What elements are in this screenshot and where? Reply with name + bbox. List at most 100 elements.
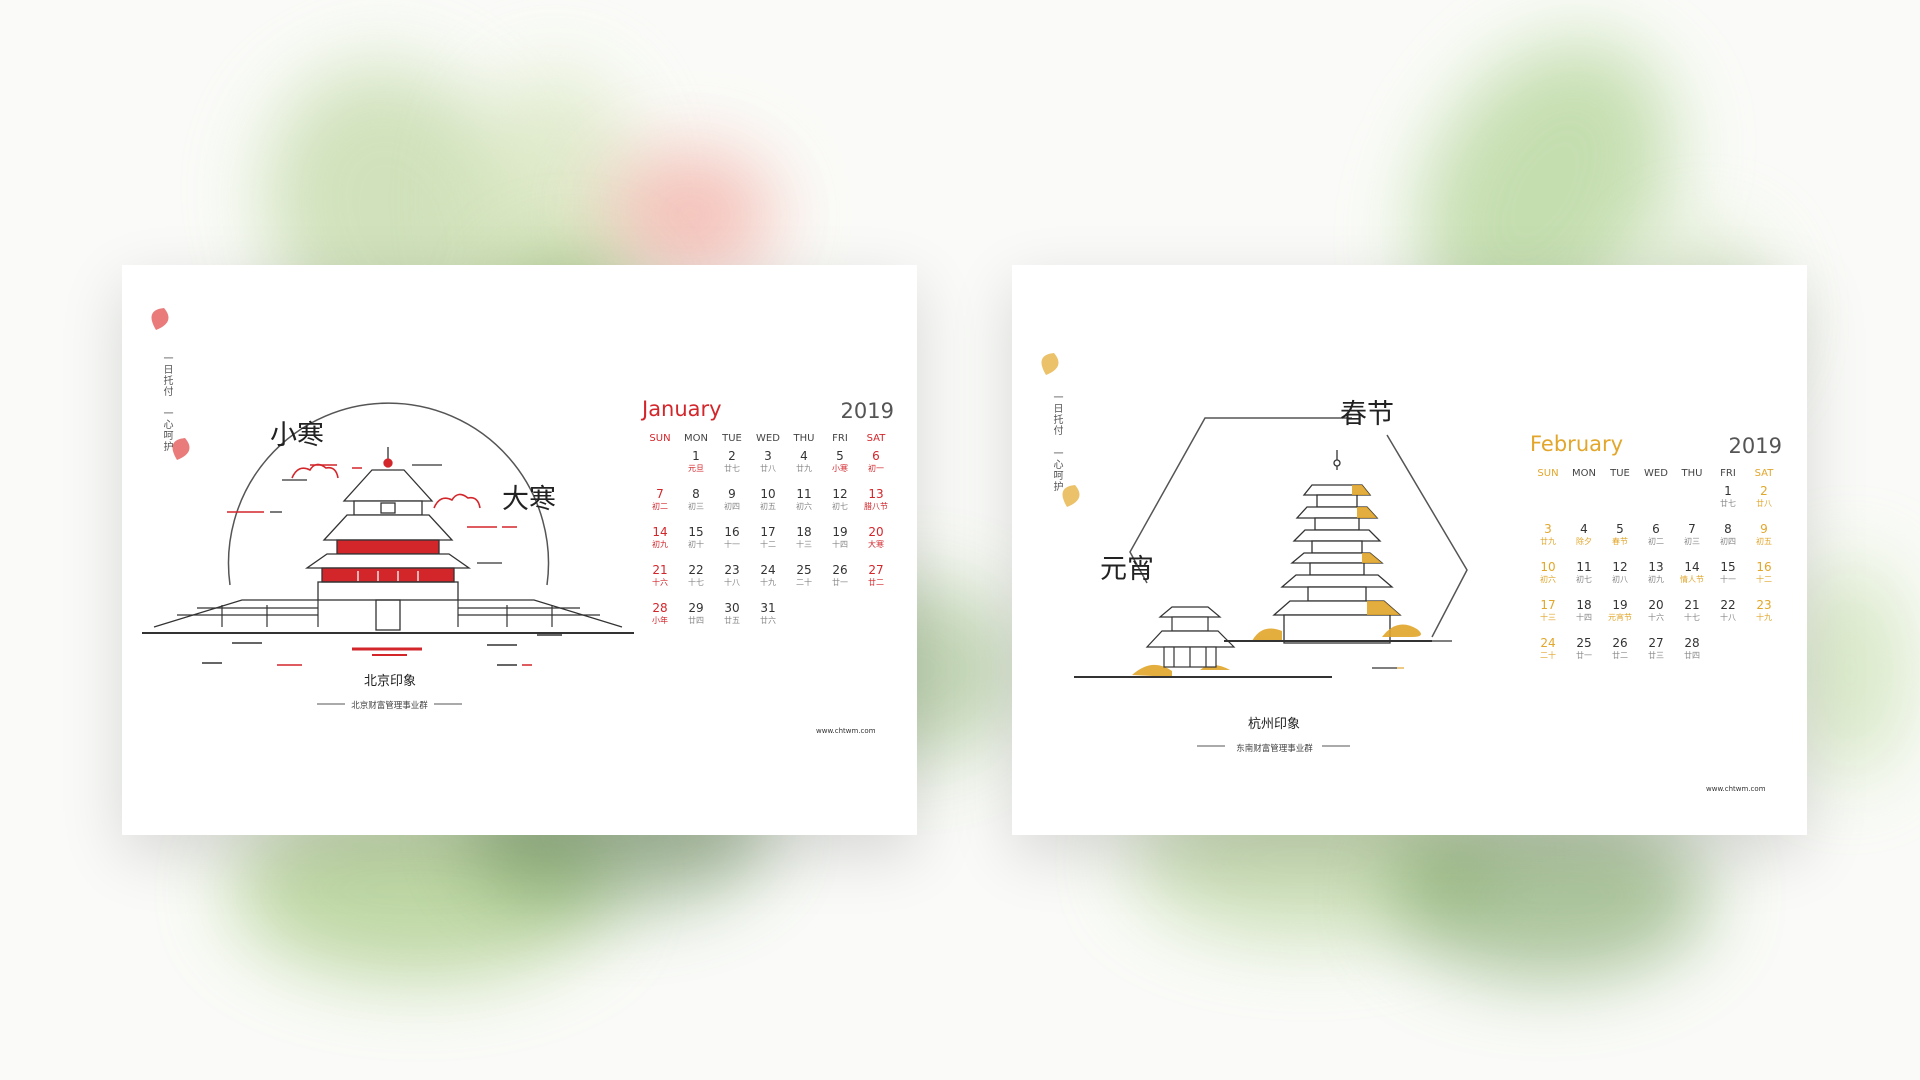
day-number: 24	[760, 563, 776, 577]
calendar-card-january: 一日托付 一心呵护 小寒 大寒 北京印象 北京财富管理事业群 January 2…	[122, 265, 917, 835]
weekday-label: THU	[1681, 468, 1703, 479]
empty-day-cell	[1674, 479, 1710, 517]
day-cell: 27 廿三	[1638, 631, 1674, 669]
lunar-date: 初五	[760, 502, 776, 511]
lunar-date: 情人节	[1680, 575, 1704, 584]
day-number: 28	[652, 601, 668, 615]
day-cell: 13 初九	[1638, 555, 1674, 593]
lunar-date: 初六	[1540, 575, 1556, 584]
day-number: 11	[1576, 560, 1592, 574]
lunar-date: 十六	[652, 578, 668, 587]
day-number: 20	[1648, 598, 1664, 612]
day-cell: 28 小年	[642, 596, 678, 634]
weekday-label: THU	[793, 433, 815, 444]
day-cell: 5 春节	[1602, 517, 1638, 555]
weekday-label: WED	[1644, 468, 1668, 479]
card-subtitle: 东南财富管理事业群	[1236, 744, 1313, 754]
day-number: 3	[764, 449, 772, 463]
day-cell: 11 初六	[786, 482, 822, 520]
tagline-vertical-2: 一心呵护	[1051, 448, 1062, 492]
empty-day-cell	[1566, 479, 1602, 517]
day-cell: 24 十九	[750, 558, 786, 596]
day-number: 1	[1724, 484, 1732, 498]
lunar-date: 初四	[724, 502, 740, 511]
week-row: 17 十三 18 十四 19 元宵节 20 十六 21 十七 22 十八 23 十九	[1530, 593, 1782, 631]
day-number: 12	[1612, 560, 1628, 574]
day-cell: 14 初九	[642, 520, 678, 558]
calendar-card-february: 一日托付 一心呵护 春节 元宵 杭州印象 东南财富管理事业群 February …	[1012, 265, 1807, 835]
empty-day-cell	[642, 444, 678, 482]
weekday-label: WED	[756, 433, 780, 444]
tagline-vertical-2: 一心呵护	[161, 408, 172, 452]
lunar-date: 廿八	[1756, 499, 1772, 508]
lunar-date: 初十	[688, 540, 704, 549]
website-url: www.chtwm.com	[1706, 785, 1766, 793]
month-name: January	[642, 397, 722, 421]
lunar-date: 春节	[1612, 537, 1628, 546]
day-number: 18	[796, 525, 812, 539]
lunar-date: 廿四	[1684, 651, 1700, 660]
lunar-date: 大寒	[868, 540, 884, 549]
weekday-label: FRI	[832, 433, 848, 444]
day-cell: 28 廿四	[1674, 631, 1710, 669]
lunar-date: 二十	[1540, 651, 1556, 660]
day-number: 8	[692, 487, 700, 501]
day-number: 19	[832, 525, 848, 539]
lunar-date: 初七	[832, 502, 848, 511]
day-cell: 19 元宵节	[1602, 593, 1638, 631]
empty-day-cell	[1602, 479, 1638, 517]
lunar-date: 腊八节	[864, 502, 888, 511]
lunar-date: 十七	[688, 578, 704, 587]
year: 2019	[840, 399, 894, 423]
lunar-date: 十九	[1756, 613, 1772, 622]
lunar-date: 十一	[1720, 575, 1736, 584]
day-number: 25	[1576, 636, 1592, 650]
lunar-date: 十七	[1684, 613, 1700, 622]
year: 2019	[1728, 434, 1782, 458]
day-number: 6	[1652, 522, 1660, 536]
tagline-vertical-1: 一日托付	[161, 353, 172, 397]
weekday-label: FRI	[1720, 468, 1736, 479]
day-cell: 2 廿八	[1746, 479, 1782, 517]
day-cell: 24 二十	[1530, 631, 1566, 669]
day-number: 22	[688, 563, 704, 577]
day-number: 9	[1760, 522, 1768, 536]
lunar-date: 廿六	[760, 616, 776, 625]
day-cell: 16 十二	[1746, 555, 1782, 593]
day-number: 5	[836, 449, 844, 463]
lunar-date: 初三	[1684, 537, 1700, 546]
lunar-date: 廿五	[724, 616, 740, 625]
day-cell: 2 廿七	[714, 444, 750, 482]
day-number: 17	[760, 525, 776, 539]
lunar-date: 廿三	[1648, 651, 1664, 660]
day-cell: 29 廿四	[678, 596, 714, 634]
day-cell: 15 初十	[678, 520, 714, 558]
empty-day-cell	[822, 596, 858, 634]
day-cell: 18 十四	[1566, 593, 1602, 631]
day-number: 13	[868, 487, 884, 501]
lunar-date: 十二	[1756, 575, 1772, 584]
day-cell: 1 元旦	[678, 444, 714, 482]
calendar-january: January 2019 SUN MON TUE WED THU FRI SAT 1 元旦 2 廿…	[642, 393, 894, 634]
day-number: 14	[1684, 560, 1700, 574]
day-cell: 25 廿一	[1566, 631, 1602, 669]
day-number: 15	[1720, 560, 1736, 574]
week-row: 28 小年 29 廿四 30 廿五 31 廿六	[642, 596, 894, 634]
lunar-date: 十四	[1576, 613, 1592, 622]
weekday-header: SUN MON TUE WED THU FRI SAT	[642, 433, 894, 444]
day-cell: 4 廿九	[786, 444, 822, 482]
day-number: 23	[1756, 598, 1772, 612]
tagline-vertical-1: 一日托付	[1051, 392, 1062, 436]
day-number: 21	[1684, 598, 1700, 612]
day-number: 5	[1616, 522, 1624, 536]
lunar-date: 十九	[760, 578, 776, 587]
lunar-date: 初二	[1648, 537, 1664, 546]
date-grid: 1 元旦 2 廿七 3 廿八 4 廿九 5 小寒 6 初一 7 初二 8 初三 9 初四 10 初五 11 初六 12 初七 1…	[642, 444, 894, 634]
lunar-date: 廿一	[1576, 651, 1592, 660]
day-cell: 13 腊八节	[858, 482, 894, 520]
week-row: 7 初二 8 初三 9 初四 10 初五 11 初六 12 初七 13 腊八节	[642, 482, 894, 520]
day-cell: 25 二十	[786, 558, 822, 596]
lunar-date: 廿四	[688, 616, 704, 625]
day-number: 13	[1648, 560, 1664, 574]
day-number: 8	[1724, 522, 1732, 536]
